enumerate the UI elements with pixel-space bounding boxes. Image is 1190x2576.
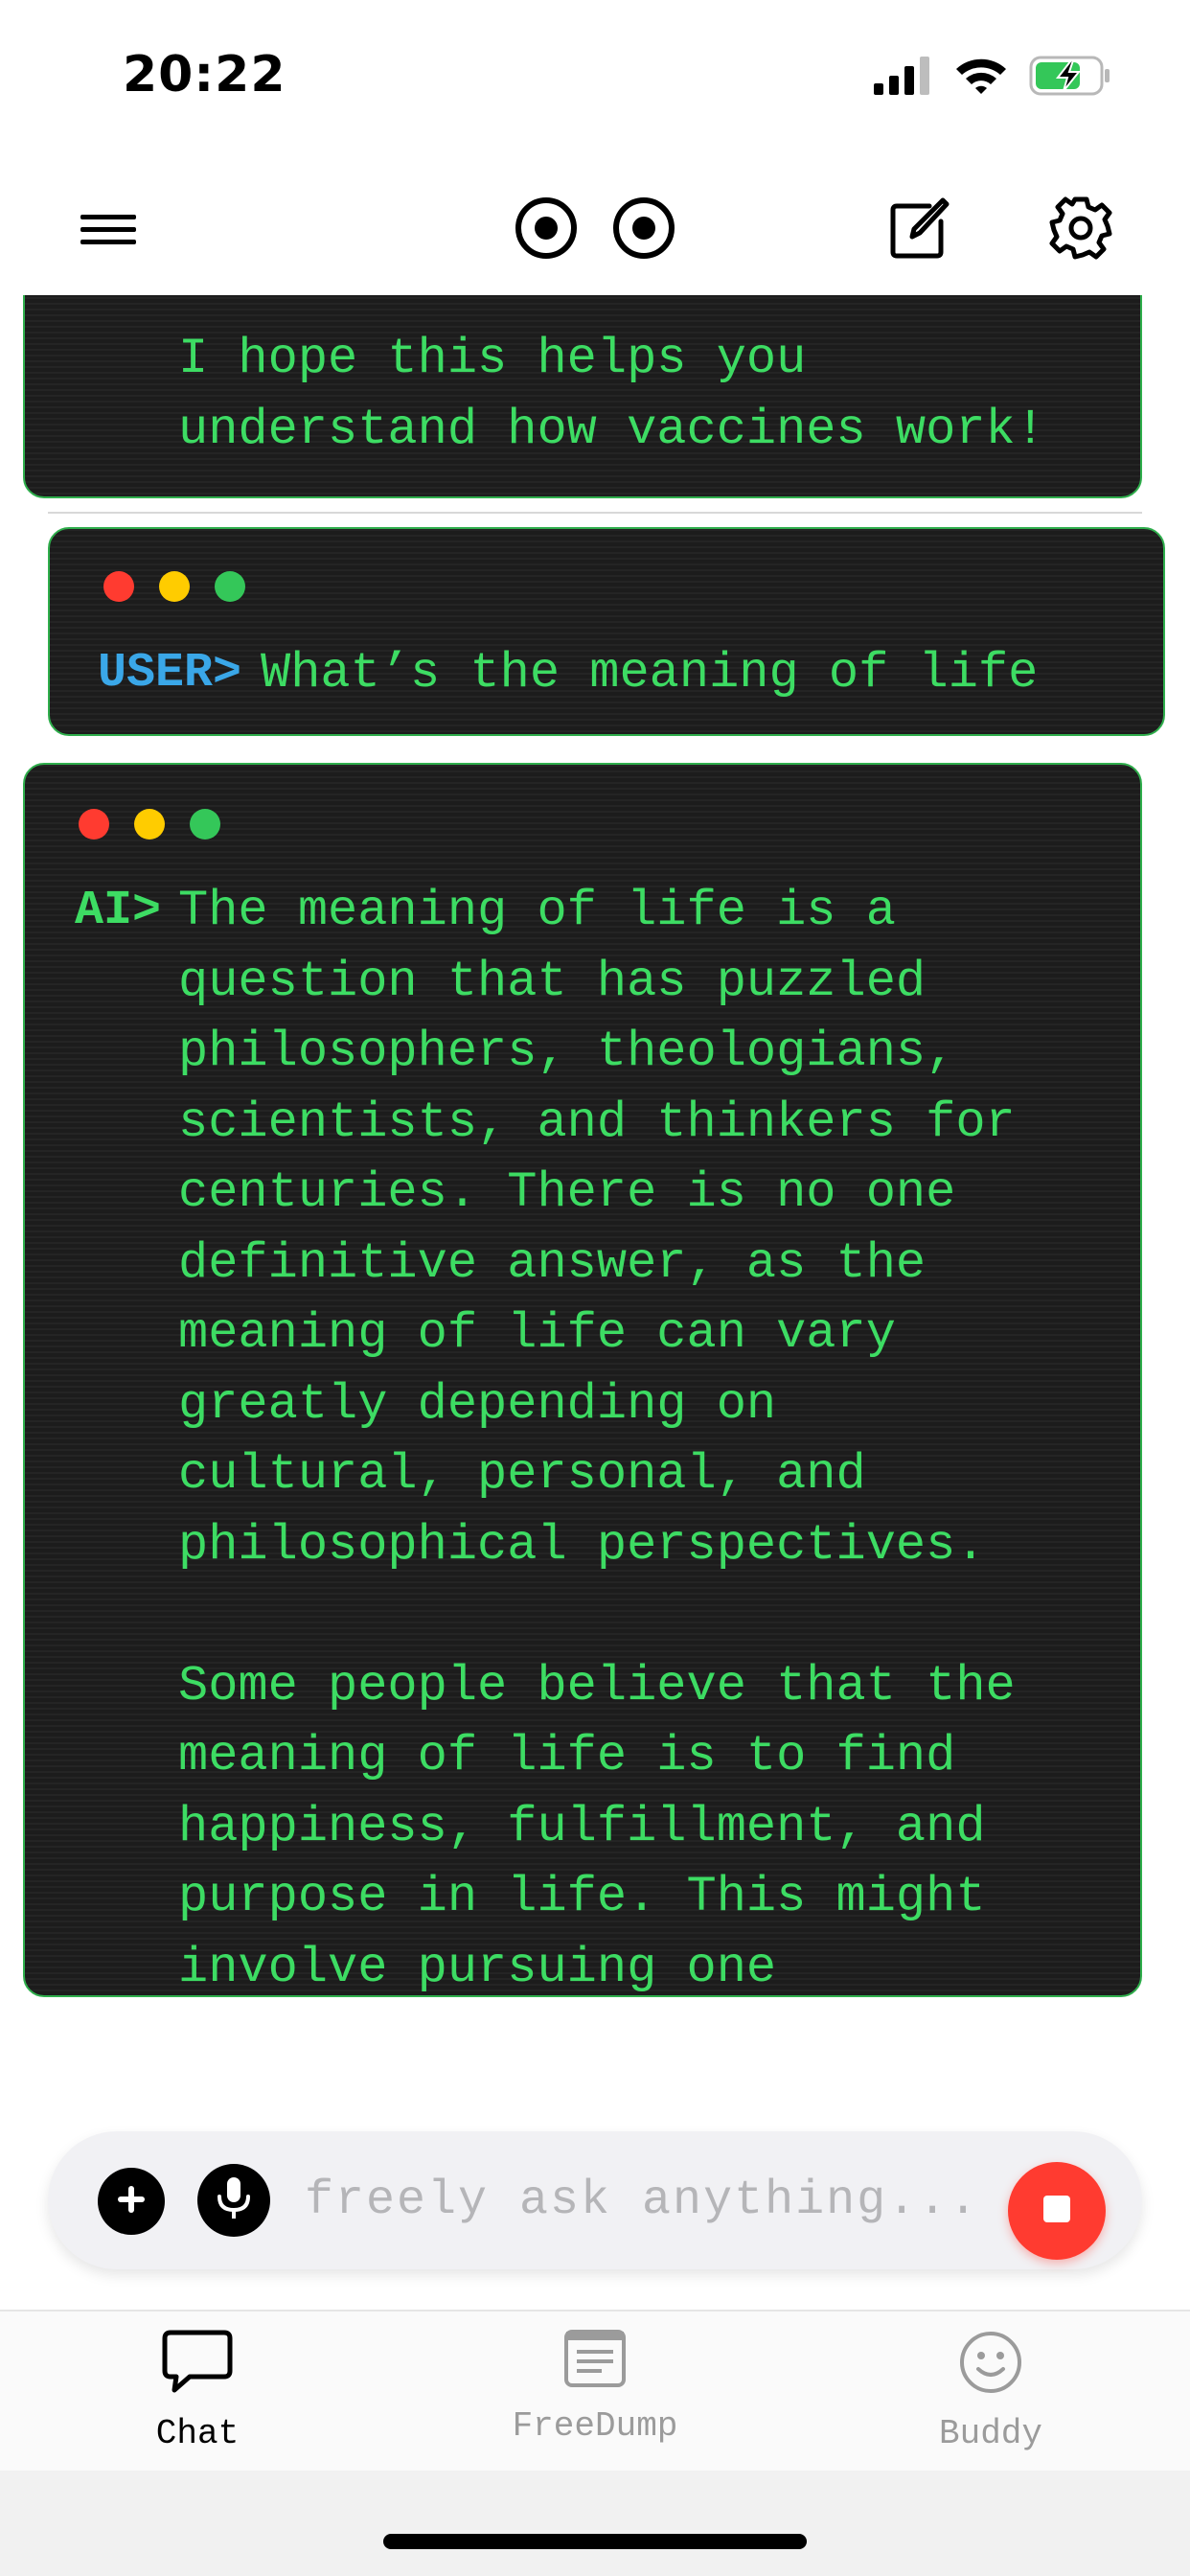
record-icon[interactable] — [512, 194, 581, 263]
tab-bar: Chat FreeDump Buddy — [0, 2310, 1190, 2471]
plus-icon — [114, 2182, 149, 2221]
gear-icon[interactable] — [1044, 192, 1117, 264]
home-indicator[interactable] — [383, 2534, 807, 2549]
message-divider — [48, 512, 1142, 514]
tab-label: Chat — [155, 2414, 240, 2453]
close-dot-icon — [103, 571, 134, 602]
ai-message-card: AI> The meaning of life is a question th… — [23, 763, 1142, 1997]
chat-area[interactable]: I hope this helps you understand how vac… — [0, 295, 1190, 2039]
chat-input[interactable] — [305, 2164, 995, 2237]
status-time: 20:22 — [123, 46, 286, 104]
record-icon[interactable] — [609, 194, 678, 263]
tab-freedump[interactable]: FreeDump — [470, 2329, 720, 2463]
toolbar — [0, 172, 1190, 297]
add-button[interactable] — [98, 2168, 165, 2235]
minimize-dot-icon — [134, 809, 165, 840]
minimize-dot-icon — [159, 571, 190, 602]
chat-bubble-icon — [161, 2329, 234, 2401]
smiley-icon — [957, 2329, 1024, 2401]
close-dot-icon — [79, 809, 109, 840]
stop-icon — [1041, 2194, 1072, 2229]
status-bar: 20:22 — [0, 0, 1190, 153]
wifi-icon — [954, 57, 1008, 100]
tab-label: FreeDump — [512, 2406, 678, 2446]
compose-icon[interactable] — [885, 192, 954, 264]
user-message-text: What’s the meaning of life — [261, 645, 1039, 702]
status-icons — [874, 56, 1111, 101]
document-icon — [563, 2329, 627, 2393]
ai-message-card: I hope this helps you understand how vac… — [23, 295, 1142, 498]
tab-label: Buddy — [938, 2414, 1043, 2453]
hamburger-menu-icon[interactable] — [75, 201, 142, 259]
user-prompt-label: USER> — [98, 646, 242, 701]
tab-buddy[interactable]: Buddy — [866, 2329, 1115, 2463]
battery-charging-icon — [1029, 56, 1111, 101]
ai-prompt-label: AI> — [75, 884, 162, 938]
home-area — [0, 2471, 1190, 2576]
stop-button[interactable] — [1008, 2162, 1106, 2260]
tab-chat[interactable]: Chat — [73, 2329, 322, 2463]
microphone-button[interactable] — [197, 2164, 270, 2237]
window-controls — [103, 571, 245, 602]
composer — [48, 2131, 1142, 2269]
user-message-card: USER> What’s the meaning of life — [48, 527, 1165, 736]
ai-message-text: I hope this helps you understand how vac… — [178, 331, 1045, 458]
maximize-dot-icon — [215, 571, 245, 602]
cellular-signal-icon — [874, 57, 933, 100]
maximize-dot-icon — [190, 809, 220, 840]
microphone-icon — [215, 2175, 253, 2226]
window-controls — [79, 809, 220, 840]
ai-message-text: The meaning of life is a question that h… — [178, 883, 1016, 1996]
